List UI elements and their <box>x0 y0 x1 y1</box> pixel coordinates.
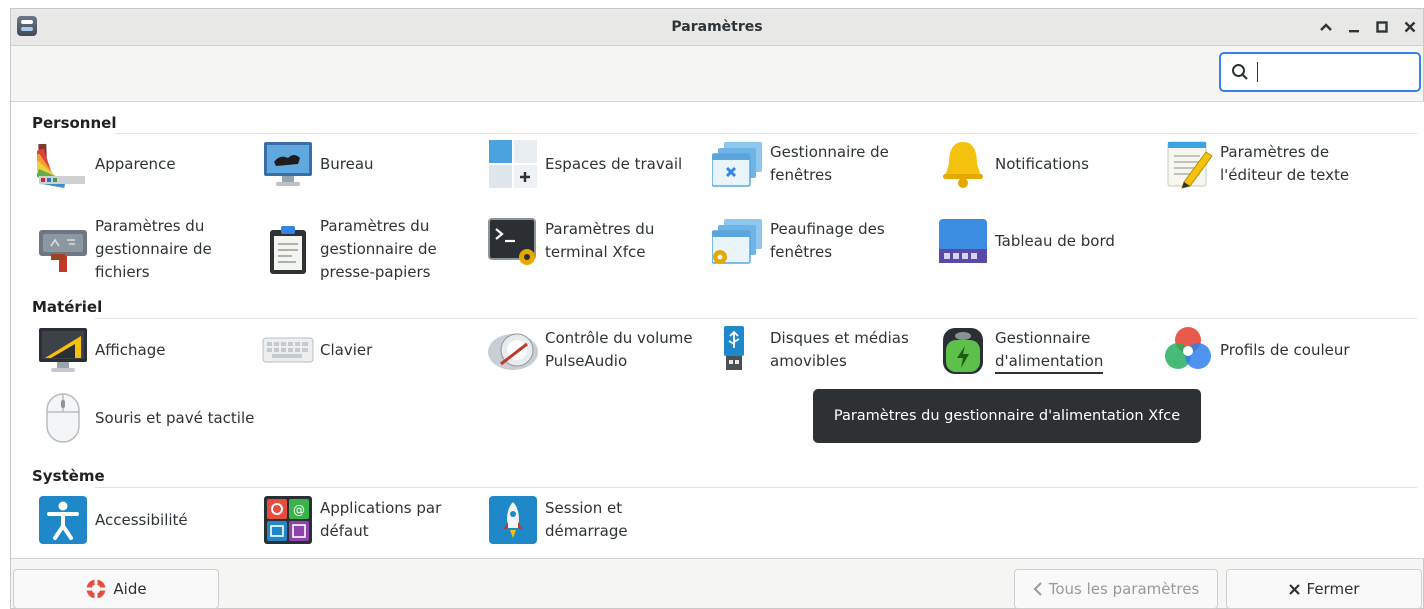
section-personnel-title: Personnel <box>32 114 117 132</box>
item-label: Applications par défaut <box>320 499 442 540</box>
item-label: Profils de couleur <box>1220 340 1350 359</box>
item-editeur-de-texte[interactable]: Paramètres de l'éditeur de texte <box>1162 138 1380 190</box>
item-clavier[interactable]: Clavier <box>262 324 480 376</box>
all-settings-label: Tous les paramètres <box>1048 580 1200 598</box>
workspaces-icon <box>487 138 539 190</box>
help-button[interactable]: Aide <box>13 569 219 609</box>
close-icon <box>1404 21 1416 33</box>
maximize-button[interactable] <box>1371 16 1393 38</box>
item-espaces-de-travail[interactable]: Espaces de travail <box>487 138 705 190</box>
lifebuoy-icon <box>86 579 106 599</box>
chevron-left-icon <box>1033 582 1042 596</box>
item-label: Gestionnaire de fenêtres <box>770 143 889 184</box>
search-box[interactable] <box>1219 52 1421 92</box>
item-label: Espaces de travail <box>545 154 683 173</box>
item-terminal[interactable]: Paramètres du terminal Xfce <box>487 215 705 267</box>
keyboard-icon <box>262 324 314 376</box>
session-rocket-icon <box>487 494 539 546</box>
palette-icon <box>31 138 89 190</box>
clipboard-icon <box>262 224 314 276</box>
battery-icon <box>937 324 989 376</box>
item-label: Paramètres de l'éditeur de texte <box>1220 143 1350 184</box>
item-gestionnaire-de-fichiers[interactable]: Paramètres du gestionnaire de fichiers <box>37 215 255 284</box>
desktop-icon <box>262 138 314 190</box>
color-profiles-icon <box>1162 324 1214 376</box>
item-label: Accessibilité <box>95 510 188 529</box>
item-gestionnaire-de-fenetres[interactable]: Gestionnaire de fenêtres <box>711 138 930 190</box>
item-peaufinage-des-fenetres[interactable]: Peaufinage des fenêtres <box>711 215 930 267</box>
maximize-icon <box>1376 21 1388 33</box>
help-label: Aide <box>113 580 147 598</box>
item-label: Bureau <box>320 154 374 173</box>
item-affichage[interactable]: Affichage <box>37 324 255 376</box>
volume-control-icon <box>487 324 539 376</box>
window-tweaks-icon <box>711 215 764 267</box>
item-label: Gestionnaire d'alimentation <box>995 329 1104 370</box>
tooltip: Paramètres du gestionnaire d'alimentatio… <box>813 389 1201 443</box>
item-session-et-demarrage[interactable]: Session et démarrage <box>487 494 705 546</box>
minimize-icon <box>1349 30 1359 33</box>
item-label: Clavier <box>320 340 373 359</box>
close-label: Fermer <box>1306 580 1360 598</box>
text-editor-icon <box>1162 138 1214 190</box>
focus-underline <box>995 372 1103 374</box>
item-label: Affichage <box>95 340 166 359</box>
terminal-icon <box>487 215 539 267</box>
section-systeme-title: Système <box>32 467 105 485</box>
item-notifications[interactable]: Notifications <box>937 138 1155 190</box>
item-label: Paramètres du terminal Xfce <box>545 220 655 261</box>
file-manager-icon <box>37 224 89 276</box>
item-gestionnaire-alimentation[interactable]: Gestionnaire d'alimentation <box>937 324 1155 376</box>
search-icon <box>1232 64 1248 80</box>
section-divider <box>115 133 1417 134</box>
item-disques-et-medias[interactable]: Disques et médias amovibles <box>712 324 930 376</box>
search-input[interactable] <box>1253 63 1413 81</box>
default-applications-icon: @ <box>262 494 314 546</box>
display-icon <box>37 324 89 376</box>
all-settings-button[interactable]: Tous les paramètres <box>1014 569 1218 609</box>
item-applications-par-defaut[interactable]: @ Applications par défaut <box>262 494 480 546</box>
item-label: Paramètres du gestionnaire de fichiers <box>95 217 212 281</box>
item-label: Notifications <box>995 154 1089 173</box>
item-bureau[interactable]: Bureau <box>262 138 480 190</box>
item-label: Session et démarrage <box>545 499 628 540</box>
item-profils-de-couleur[interactable]: Profils de couleur <box>1162 324 1380 376</box>
close-icon <box>1288 583 1300 595</box>
shade-button[interactable] <box>1315 16 1337 38</box>
settings-window: Paramètres Personnel Apparence Bureau Es… <box>10 8 1424 609</box>
window-title: Paramètres <box>671 19 763 35</box>
item-apparence[interactable]: Apparence <box>31 138 255 190</box>
item-label: Souris et pavé tactile <box>95 408 255 427</box>
usb-drive-icon <box>712 324 764 376</box>
item-label: Disques et médias amovibles <box>770 329 909 370</box>
section-divider <box>95 487 1417 488</box>
accessibility-icon <box>37 494 89 546</box>
settings-panel: Personnel Apparence Bureau Espaces de tr… <box>11 101 1424 559</box>
item-tableau-de-bord[interactable]: Tableau de bord <box>937 215 1155 267</box>
item-label: Apparence <box>95 154 176 173</box>
item-controle-du-volume[interactable]: Contrôle du volume PulseAudio <box>487 324 705 376</box>
bell-icon <box>937 138 989 190</box>
text-cursor <box>1257 62 1258 82</box>
item-label: Contrôle du volume PulseAudio <box>545 329 693 370</box>
section-divider <box>95 318 1417 319</box>
minimize-button[interactable] <box>1343 16 1365 38</box>
item-label: Tableau de bord <box>995 231 1115 250</box>
window-manager-icon <box>711 138 764 190</box>
item-accessibilite[interactable]: Accessibilité <box>37 494 255 546</box>
item-label: Peaufinage des fenêtres <box>770 220 885 261</box>
item-souris-et-pave-tactile[interactable]: Souris et pavé tactile <box>37 392 255 444</box>
chevron-up-icon <box>1320 23 1332 31</box>
close-window-button[interactable] <box>1399 16 1421 38</box>
close-button[interactable]: Fermer <box>1226 569 1422 609</box>
section-materiel-title: Matériel <box>32 298 103 316</box>
mouse-icon <box>37 392 89 444</box>
title-bar[interactable]: Paramètres <box>11 9 1423 46</box>
item-label: Paramètres du gestionnaire de presse-pap… <box>320 217 437 281</box>
item-presse-papiers[interactable]: Paramètres du gestionnaire de presse-pap… <box>262 215 480 284</box>
svg-text:@: @ <box>293 503 305 517</box>
panel-icon <box>937 215 989 267</box>
